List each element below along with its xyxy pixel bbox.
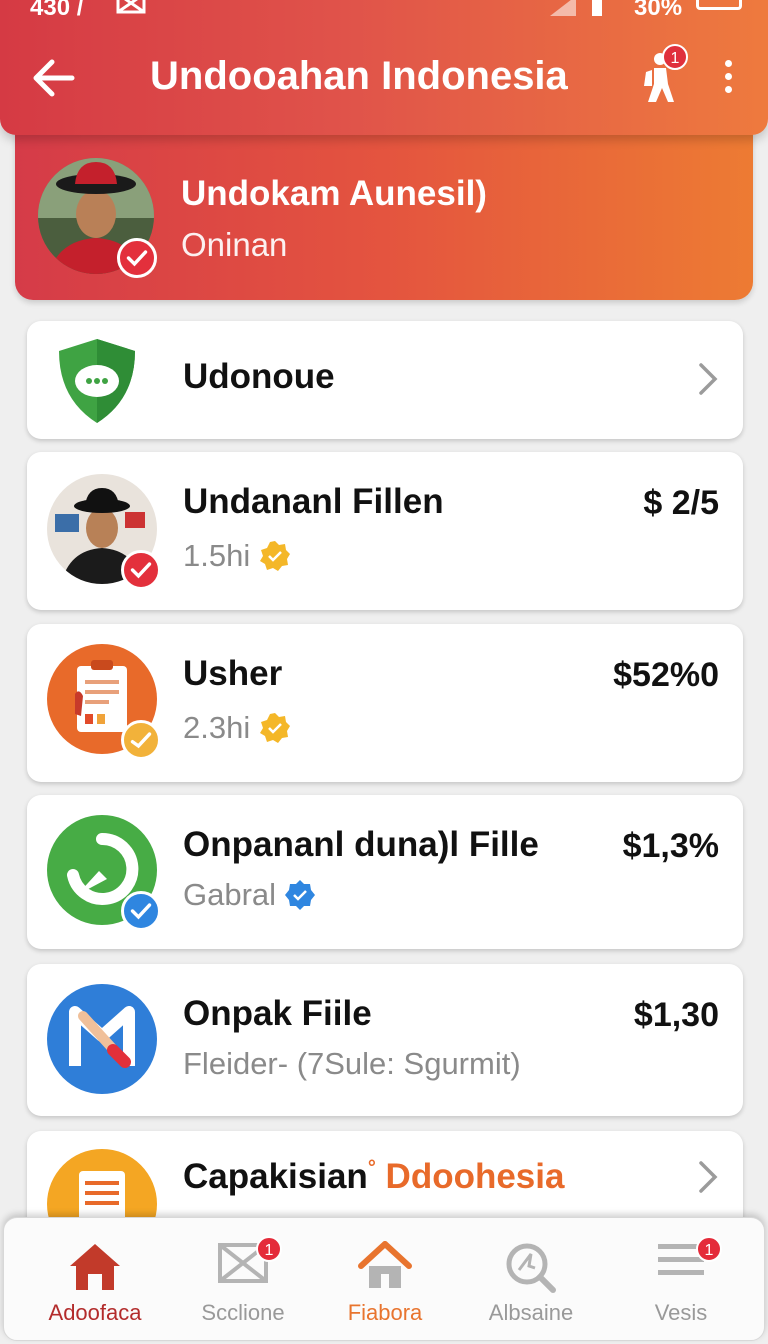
nav-item-mail[interactable]: 1 Scclione — [168, 1218, 318, 1338]
item-title-row: Capakisian° Ddoohesia — [183, 1157, 565, 1196]
item-title: Undananl Fillen — [183, 482, 444, 521]
item-title: Onpak Fiile — [183, 994, 372, 1033]
profile-subtitle: Oninan — [181, 226, 288, 263]
notification-badge: 1 — [256, 1236, 282, 1262]
item-title: Udonoue — [183, 357, 335, 396]
nav-label: Fiabora — [347, 1300, 423, 1325]
item-subtitle: Gabral — [183, 877, 277, 912]
item-title: Usher — [183, 654, 283, 693]
status-bar: 430 / 30% — [0, 0, 768, 22]
verified-badge-icon — [121, 891, 161, 931]
coin-icon — [260, 541, 291, 571]
item-subtitle-row: 1.5hi — [183, 538, 292, 574]
item-subtitle: 1.5hi — [183, 538, 251, 573]
item-price: $ 2/5 — [643, 484, 719, 522]
item-title: Onpananl duna)l Fille — [183, 825, 539, 864]
item-subtitle-row: Gabral — [183, 877, 316, 913]
shield-chat-icon — [59, 339, 135, 423]
home-outline-icon — [358, 1241, 412, 1288]
list-item[interactable]: Usher 2.3hi $52%0 — [27, 624, 743, 782]
battery-percent: 30% — [634, 0, 683, 21]
nav-label: Vesis — [654, 1300, 708, 1325]
app-header: 430 / 30% Undooahan Indonesia 1 — [0, 0, 768, 135]
page-title: Undooahan Indonesia — [150, 54, 568, 98]
item-price: $52%0 — [613, 656, 719, 694]
list-item[interactable]: Udonoue — [27, 321, 743, 439]
mail-icon — [116, 0, 146, 14]
battery-icon — [696, 0, 742, 10]
nav-label: Adoofaca — [48, 1300, 142, 1325]
nav-item-home[interactable]: Adoofaca — [20, 1218, 170, 1338]
item-title-accent: Ddoohesia — [385, 1157, 565, 1196]
item-title: Capakisian — [183, 1157, 368, 1196]
check-badge-icon — [121, 720, 161, 760]
verified-icon — [285, 880, 316, 910]
profile-card[interactable]: Undokam Aunesil) Oninan — [15, 124, 753, 300]
nav-label: Albsaine — [488, 1300, 574, 1325]
notification-badge: 1 — [696, 1236, 722, 1262]
clipboard-icon — [47, 644, 161, 760]
item-price: $1,3% — [622, 827, 719, 865]
profile-name: Undokam Aunesil) — [181, 174, 487, 213]
search-icon — [506, 1243, 556, 1293]
notification-badge: 1 — [662, 44, 688, 70]
hiker-notification-button[interactable]: 1 — [636, 44, 688, 108]
item-subtitle-row: 2.3hi — [183, 710, 292, 746]
bottom-navigation: Adoofaca 1 Scclione Fiabora Albsaine 1 V… — [3, 1217, 765, 1341]
coin-icon — [260, 713, 291, 743]
list-item[interactable]: Undananl Fillen 1.5hi $ 2/5 — [27, 452, 743, 610]
nav-item-menu[interactable]: 1 Vesis — [606, 1218, 756, 1338]
avatar — [47, 474, 161, 590]
app-screen: 430 / 30% Undooahan Indonesia 1 Undokam … — [0, 0, 768, 1344]
more-options-button[interactable] — [718, 56, 738, 102]
chevron-right-icon — [699, 363, 718, 395]
blue-m-icon — [47, 984, 157, 1094]
nav-item-explore[interactable]: Fiabora — [310, 1218, 460, 1338]
home-icon — [70, 1244, 120, 1290]
nav-label: Scclione — [201, 1300, 285, 1325]
check-badge-icon — [117, 238, 157, 278]
status-time: 430 / — [30, 0, 84, 21]
nav-item-search[interactable]: Albsaine — [456, 1218, 606, 1338]
signal-icon — [550, 0, 602, 16]
item-subtitle: 2.3hi — [183, 710, 251, 745]
avatar — [37, 158, 157, 278]
item-price: $1,30 — [633, 996, 719, 1034]
item-subtitle: Fleider- (7Sule: Sgurmit) — [183, 1046, 521, 1081]
list-item[interactable]: Onpananl duna)l Fille Gabral $1,3% — [27, 795, 743, 949]
list-item[interactable]: Onpak Fiile Fleider- (7Sule: Sgurmit) $1… — [27, 964, 743, 1116]
chevron-right-icon — [699, 1161, 718, 1193]
check-badge-icon — [121, 550, 161, 590]
back-arrow-icon[interactable] — [28, 52, 80, 104]
green-arrow-icon — [47, 815, 161, 931]
